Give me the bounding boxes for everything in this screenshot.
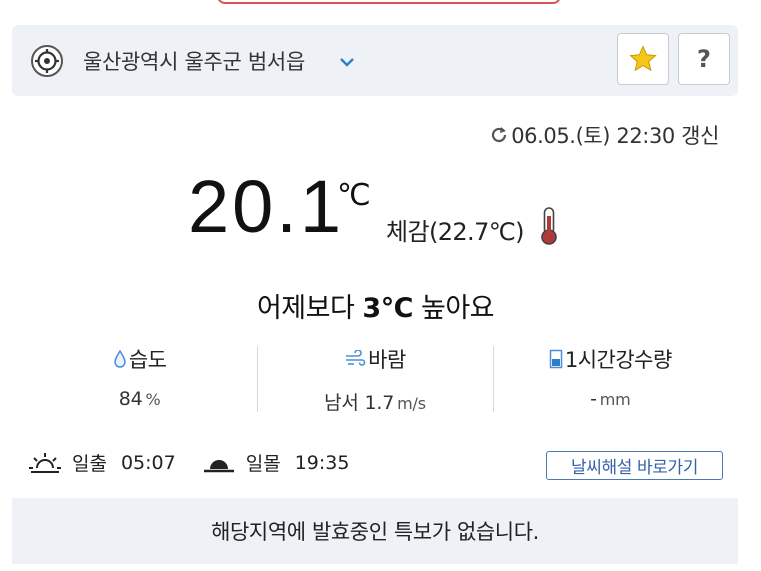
update-time[interactable]: 06.05.(토) 22:30 갱신 — [489, 120, 719, 150]
chevron-down-icon[interactable] — [338, 53, 356, 71]
sunrise-icon — [29, 452, 61, 473]
alert-text: 해당지역에 발효중인 특보가 없습니다. — [211, 520, 539, 544]
thermometer-icon — [541, 207, 557, 245]
rain-label-row: 1시간강수량 — [493, 344, 728, 374]
wind-label-row: 바람 — [257, 344, 492, 374]
humidity-label-row: 습도 — [22, 344, 257, 374]
humidity-unit: % — [145, 390, 161, 409]
humidity-value: 84 — [118, 388, 143, 410]
wind-label: 바람 — [368, 348, 406, 372]
sunrise-label: 일출 — [72, 453, 107, 475]
location-name[interactable]: 울산광역시 울주군 범서읍 — [83, 46, 305, 76]
weather-alert-banner: 해당지역에 발효중인 특보가 없습니다. — [12, 498, 738, 564]
temperature-unit: ℃ — [337, 178, 371, 213]
humidity-stat: 습도 84% — [22, 344, 257, 414]
sunset-time: 19:35 — [294, 451, 350, 474]
location-bar: 울산광역시 울주군 범서읍 ? — [12, 25, 738, 96]
rain-gauge-icon — [549, 349, 563, 369]
rain-unit: mm — [599, 390, 631, 409]
wind-unit: m/s — [397, 394, 426, 413]
rain-value: - — [590, 388, 597, 410]
humidity-label: 습도 — [128, 348, 167, 372]
wind-value-row: 남서 1.7 m/s — [257, 388, 492, 415]
location-target-icon[interactable] — [30, 44, 64, 78]
rain-stat: 1시간강수량 - mm — [492, 344, 728, 414]
rain-value-row: - mm — [493, 388, 728, 410]
weather-guide-button[interactable]: 날씨해설 바로가기 — [546, 451, 723, 480]
droplet-icon — [114, 349, 126, 368]
wind-stat: 바람 남서 1.7 m/s — [257, 344, 492, 414]
wind-value: 남서 1.7 — [324, 392, 395, 414]
sun-times: 일출 05:07 일몰 19:35 — [28, 449, 375, 476]
wind-icon — [346, 350, 366, 366]
sunrise-time: 05:07 — [120, 451, 176, 474]
sunset-icon — [203, 459, 234, 472]
yesterday-comparison: 어제보다 3℃ 높아요 — [0, 286, 751, 325]
feels-like-temperature: 체감(22.7℃) — [386, 218, 524, 246]
compare-prefix: 어제보다 — [256, 293, 363, 324]
humidity-value-row: 84% — [22, 388, 257, 410]
current-temperature: 20.1 — [188, 165, 345, 248]
star-icon — [629, 45, 657, 72]
rain-label: 1시간강수량 — [564, 348, 672, 372]
compare-value: 3℃ — [362, 293, 413, 324]
help-button[interactable]: ? — [678, 33, 730, 85]
top-frame-edge — [217, 0, 561, 4]
refresh-icon[interactable] — [489, 125, 509, 145]
update-text: 06.05.(토) 22:30 갱신 — [511, 124, 719, 148]
weather-stats: 습도 84% 바람 남서 1.7 m/s 1시간강수량 - mm — [22, 344, 728, 414]
compare-suffix: 높아요 — [412, 293, 495, 324]
favorite-button[interactable] — [617, 33, 669, 85]
sunset-label: 일몰 — [245, 453, 281, 475]
